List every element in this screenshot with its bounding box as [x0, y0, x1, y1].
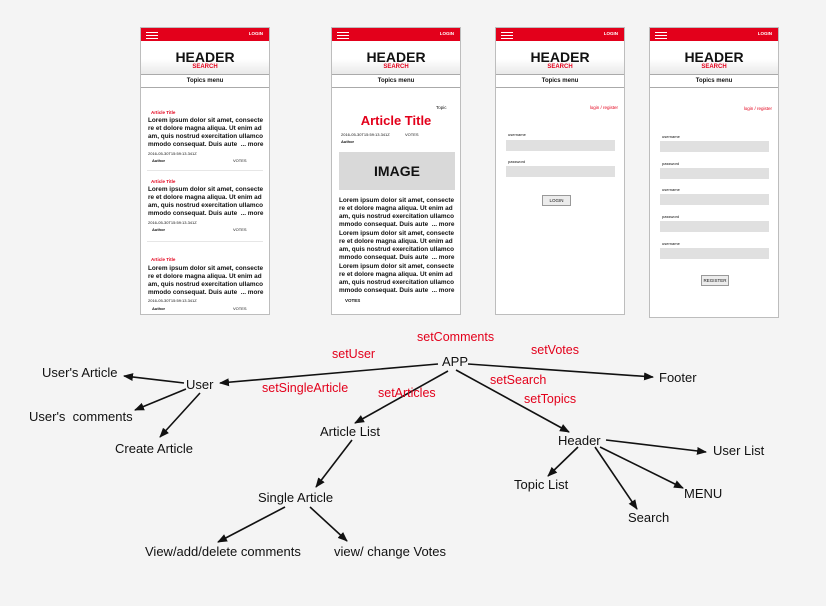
- node-single-article: Single Article: [258, 490, 334, 505]
- arrow-article-list-single-article: [315, 439, 353, 488]
- arrow-user-create-article: [159, 392, 201, 438]
- node-menu: MENU: [684, 486, 723, 501]
- node-article-list: Article List: [320, 424, 380, 439]
- arrow-header-topic-list: [547, 446, 579, 477]
- arrow-header-menu: [599, 446, 684, 489]
- node-users-comments: User's comments: [29, 409, 133, 424]
- label-set-comments: setComments: [417, 330, 495, 344]
- node-app: APP: [442, 354, 469, 369]
- arrow-single-article-votes: [309, 506, 348, 542]
- arrow-user-users-article: [123, 373, 185, 384]
- node-header: Header: [558, 433, 601, 448]
- arrow-header-user-list: [605, 439, 707, 455]
- label-set-user: setUser: [332, 347, 376, 361]
- label-set-votes: setVotes: [531, 343, 579, 357]
- label-set-articles: setArticles: [378, 386, 436, 400]
- node-topic-list: Topic List: [514, 477, 569, 492]
- arrow-header-search: [594, 446, 638, 510]
- node-user: User: [186, 377, 214, 392]
- node-create-article: Create Article: [115, 441, 194, 456]
- label-set-single-article: setSingleArticle: [262, 381, 349, 395]
- label-set-topics: setTopics: [524, 392, 577, 406]
- node-users-article: User's Article: [42, 365, 118, 380]
- node-search: Search: [628, 510, 670, 525]
- node-footer: Footer: [659, 370, 697, 385]
- arrow-single-article-comments: [217, 506, 286, 543]
- node-user-list: User List: [713, 443, 765, 458]
- node-votes: view/ change Votes: [334, 544, 447, 559]
- component-tree-arrows: [123, 363, 707, 543]
- node-comments: View/add/delete comments: [145, 544, 301, 559]
- arrow-user-users-comments: [134, 388, 187, 411]
- label-set-search: setSearch: [490, 373, 547, 387]
